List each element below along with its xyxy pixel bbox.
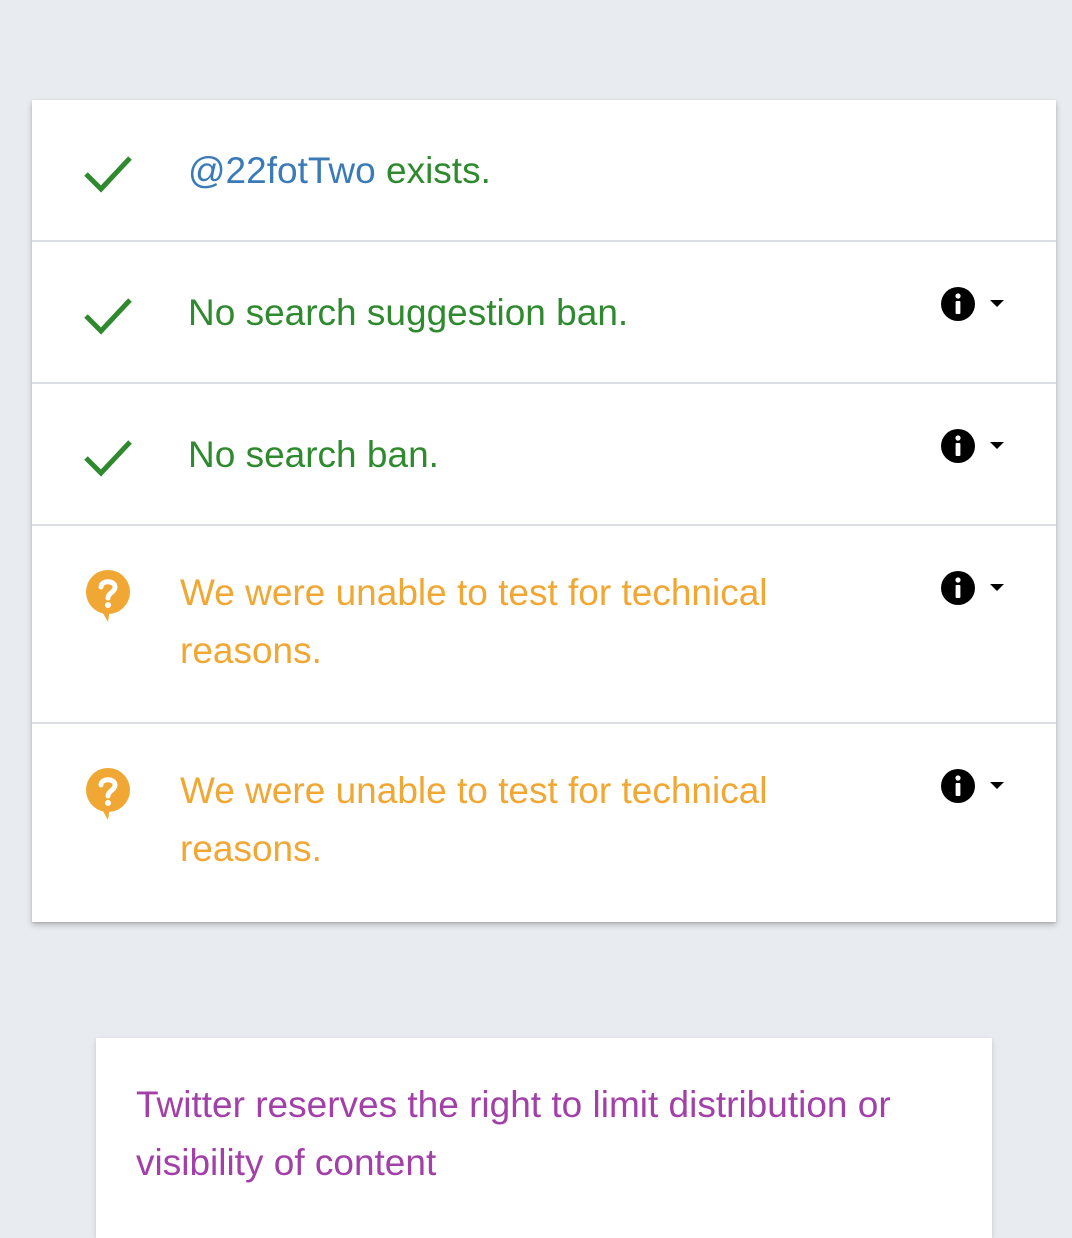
- info-icon[interactable]: [940, 570, 976, 606]
- results-card: @22fotTwo exists. No search suggestion b…: [32, 100, 1056, 922]
- info-icon[interactable]: [940, 768, 976, 804]
- info-icon[interactable]: [940, 286, 976, 322]
- details-toggle[interactable]: [940, 768, 1006, 804]
- details-toggle[interactable]: [940, 428, 1006, 464]
- notice-text: Twitter reserves the right to limit dist…: [136, 1084, 891, 1183]
- result-row-suggestion-ban: No search suggestion ban.: [32, 242, 1056, 384]
- suggestion-ban-text: No search suggestion ban.: [188, 292, 629, 333]
- question-bubble-icon: [86, 570, 130, 622]
- check-icon: [84, 156, 132, 193]
- check-icon: [84, 298, 132, 335]
- exists-text: @22fotTwo exists.: [188, 142, 491, 200]
- info-icon[interactable]: [940, 428, 976, 464]
- caret-down-icon[interactable]: [988, 582, 1006, 594]
- unable-text: We were unable to test for technical rea…: [180, 770, 768, 869]
- notice-card: Twitter reserves the right to limit dist…: [96, 1038, 992, 1238]
- result-row-exists: @22fotTwo exists.: [32, 100, 1056, 242]
- details-toggle[interactable]: [940, 570, 1006, 606]
- details-toggle[interactable]: [940, 286, 1006, 322]
- unable-text: We were unable to test for technical rea…: [180, 572, 768, 671]
- caret-down-icon[interactable]: [988, 440, 1006, 452]
- exists-label: exists.: [375, 150, 491, 191]
- result-row-unable-1: We were unable to test for technical rea…: [32, 526, 1056, 724]
- caret-down-icon[interactable]: [988, 298, 1006, 310]
- question-bubble-icon: [86, 768, 130, 820]
- result-row-unable-2: We were unable to test for technical rea…: [32, 724, 1056, 922]
- check-icon: [84, 440, 132, 477]
- caret-down-icon[interactable]: [988, 780, 1006, 792]
- account-handle[interactable]: @22fotTwo: [188, 150, 376, 191]
- search-ban-text: No search ban.: [188, 434, 439, 475]
- result-row-search-ban: No search ban.: [32, 384, 1056, 526]
